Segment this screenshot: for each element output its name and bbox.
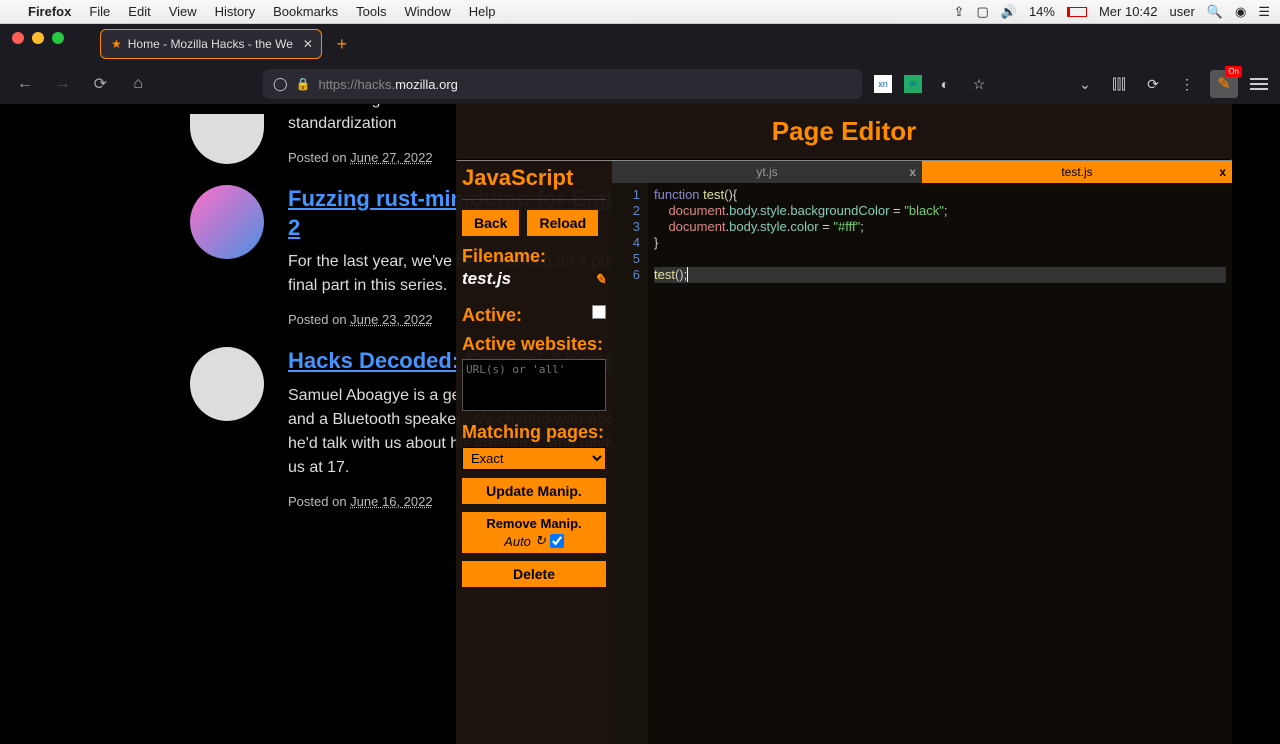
sync-icon[interactable]: ⋮ [1176, 73, 1198, 95]
extension-icon-1[interactable]: xn [874, 75, 892, 93]
back-button[interactable]: ← [12, 70, 38, 98]
spotlight-icon[interactable]: 🔍 [1207, 4, 1223, 20]
url-bar[interactable]: ◯ 🔒 https://hacks.mozilla.org [263, 69, 862, 99]
siri-icon[interactable]: ◉ [1235, 4, 1246, 20]
active-checkbox[interactable] [592, 305, 606, 319]
pocket-icon[interactable]: ⌄ [1074, 73, 1096, 95]
minimize-window[interactable] [32, 32, 44, 44]
urls-textarea[interactable] [462, 359, 606, 411]
window-controls [12, 32, 64, 44]
page-content: As part of our work to ensure a with Ecm… [0, 104, 1280, 744]
avatar [190, 347, 264, 421]
auto-label: Auto [504, 534, 531, 549]
lock-icon[interactable]: 🔒 [296, 77, 311, 91]
shield-icon[interactable]: ◯ [273, 76, 288, 92]
page-editor-panel: Page Editor JavaScript Back Reload Filen… [456, 104, 1232, 744]
display-icon[interactable]: ▢ [976, 4, 988, 20]
volume-icon[interactable]: 🔊 [1001, 4, 1017, 20]
favicon-star-icon: ★ [111, 37, 122, 51]
code-tab-ytjs[interactable]: yt.jsx [612, 161, 922, 183]
pencil-icon: ✎ [1217, 74, 1230, 94]
user-name[interactable]: user [1170, 4, 1195, 19]
avatar [190, 185, 264, 259]
active-label: Active: [462, 305, 522, 326]
tab-close-icon[interactable]: ✕ [303, 37, 313, 51]
update-manip-button[interactable]: Update Manip. [462, 478, 606, 504]
menu-help[interactable]: Help [469, 4, 496, 19]
tab-bar: ★ Home - Mozilla Hacks - the We ✕ + [0, 24, 1280, 64]
close-tab-icon[interactable]: x [909, 165, 916, 179]
extension-badge: On [1225, 66, 1242, 77]
filename-label: Filename: [462, 246, 606, 267]
clock: Mer 10:42 [1099, 4, 1158, 19]
editor-title: Page Editor [456, 104, 1232, 159]
forward-button[interactable]: → [50, 70, 76, 98]
maximize-window[interactable] [52, 32, 64, 44]
lang-header: JavaScript [462, 161, 606, 200]
app-menu-button[interactable] [1250, 78, 1268, 90]
extension-icon-2[interactable]: ✉ [904, 75, 922, 93]
editor-sidebar: JavaScript Back Reload Filename: test.js… [456, 161, 612, 744]
browser-tab[interactable]: ★ Home - Mozilla Hacks - the We ✕ [100, 29, 322, 59]
wifi-icon[interactable]: ⇪ [954, 4, 965, 20]
tab-title: Home - Mozilla Hacks - the We [128, 37, 293, 51]
code-area: yt.jsx test.jsx 123456 function test(){ … [612, 161, 1232, 744]
matching-select[interactable]: Exact [462, 447, 606, 470]
library-icon[interactable]: ⫿⫿⫿ [1108, 73, 1130, 95]
menu-bookmarks[interactable]: Bookmarks [273, 4, 338, 19]
reload-button[interactable]: ⟳ [87, 70, 113, 98]
battery-icon[interactable] [1067, 7, 1087, 17]
nav-toolbar: ← → ⟳ ⌂ ◯ 🔒 https://hacks.mozilla.org xn… [0, 64, 1280, 104]
code-tab-testjs[interactable]: test.jsx [922, 161, 1232, 183]
filename-value: test.js [462, 269, 511, 289]
code-editor[interactable]: 123456 function test(){ document.body.st… [612, 183, 1232, 744]
matching-label: Matching pages: [462, 422, 606, 443]
battery-text: 14% [1029, 4, 1055, 19]
menu-window[interactable]: Window [405, 4, 451, 19]
menu-history[interactable]: History [215, 4, 255, 19]
close-window[interactable] [12, 32, 24, 44]
edit-filename-icon[interactable]: ✎ [594, 271, 606, 288]
home-button[interactable]: ⌂ [125, 70, 151, 98]
line-gutter: 123456 [612, 183, 648, 744]
control-center-icon[interactable]: ☰ [1258, 4, 1270, 20]
refresh-icon: ↻ [535, 533, 546, 549]
reload-button[interactable]: Reload [527, 210, 598, 236]
macos-menubar: Firefox File Edit View History Bookmarks… [0, 0, 1280, 24]
menu-edit[interactable]: Edit [128, 4, 150, 19]
new-tab-button[interactable]: + [330, 32, 354, 56]
avatar [190, 114, 264, 164]
browser-window: ★ Home - Mozilla Hacks - the We ✕ + ← → … [0, 24, 1280, 744]
account-icon[interactable]: ⟳ [1142, 73, 1164, 95]
code-source[interactable]: function test(){ document.body.style.bac… [648, 183, 1232, 744]
close-tab-icon[interactable]: x [1219, 165, 1226, 179]
menu-view[interactable]: View [169, 4, 197, 19]
page-editor-extension-icon[interactable]: ✎ On [1210, 70, 1238, 98]
bookmark-star-icon[interactable]: ☆ [968, 73, 990, 95]
auto-checkbox[interactable] [550, 534, 564, 548]
extension-icon-3[interactable]: ◐ [934, 73, 956, 95]
remove-manip-box: Remove Manip. Auto ↻ [462, 512, 606, 553]
active-websites-label: Active websites: [462, 334, 606, 355]
remove-manip-button[interactable]: Remove Manip. [466, 516, 602, 531]
back-button[interactable]: Back [462, 210, 519, 236]
app-name[interactable]: Firefox [28, 4, 71, 19]
menu-tools[interactable]: Tools [356, 4, 386, 19]
menu-file[interactable]: File [89, 4, 110, 19]
delete-button[interactable]: Delete [462, 561, 606, 587]
url-text: https://hacks.mozilla.org [318, 77, 457, 92]
